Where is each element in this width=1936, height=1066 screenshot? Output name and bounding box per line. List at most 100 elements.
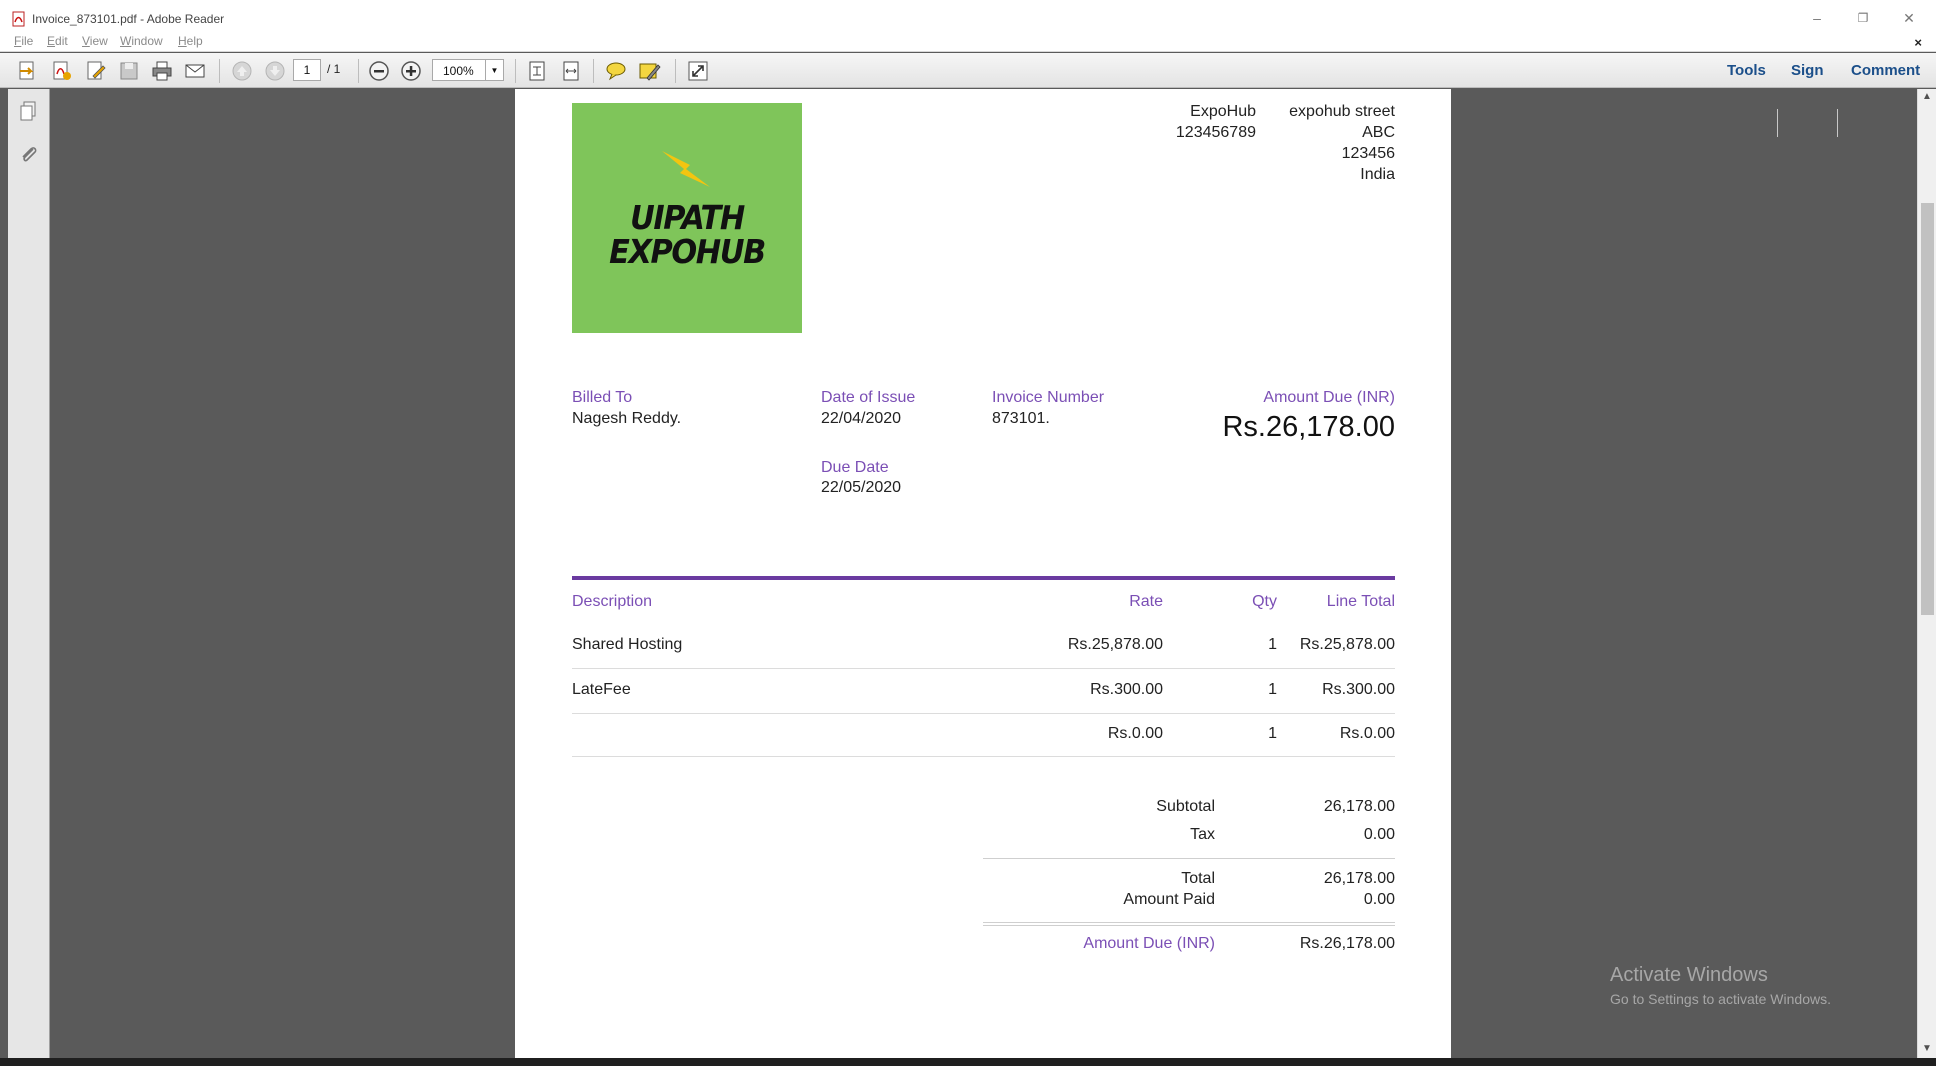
toolbar	[0, 53, 1936, 137]
comment-button[interactable]: Comment	[1851, 62, 1920, 79]
taskbar	[0, 1058, 1936, 1066]
menu-view[interactable]: View	[82, 34, 108, 48]
column-rate: Rate	[1129, 593, 1163, 610]
restore-button[interactable]: ❐	[1841, 6, 1885, 30]
highlight-text-icon[interactable]	[637, 59, 661, 83]
title-bar: Invoice_873101.pdf - Adobe Reader – ❐ ✕	[0, 0, 1936, 36]
due-date-label: Due Date	[821, 459, 889, 476]
row-line-total: Rs.0.00	[1339, 725, 1395, 742]
row-rate: Rs.300.00	[1090, 681, 1163, 698]
activation-watermark-title: Activate Windows	[1610, 964, 1768, 986]
email-icon[interactable]	[183, 59, 207, 83]
total-value: 26,178.00	[1323, 870, 1395, 887]
chevron-down-icon[interactable]: ▼	[485, 60, 503, 80]
company-info: ExpoHub 123456789	[1176, 101, 1256, 143]
tax-label: Tax	[1190, 826, 1215, 843]
sign-button[interactable]: Sign	[1791, 62, 1824, 79]
row-line-total: Rs.300.00	[1322, 681, 1395, 698]
page-thumbnails-icon[interactable]	[17, 99, 41, 123]
row-rate: Rs.25,878.00	[1067, 636, 1163, 653]
acrobat-pdf-icon	[12, 11, 25, 27]
menu-help[interactable]: Help	[178, 34, 203, 48]
menu-edit[interactable]: Edit	[47, 34, 68, 48]
row-rate: Rs.0.00	[1107, 725, 1163, 742]
amount-due-value: Rs.26,178.00	[1222, 411, 1395, 443]
totals-divider	[983, 858, 1395, 859]
amount-due-footer-label: Amount Due (INR)	[1083, 935, 1215, 952]
amount-due-footer-value: Rs.26,178.00	[1299, 935, 1395, 952]
amount-due-label: Amount Due (INR)	[1263, 389, 1395, 406]
totals-divider	[983, 925, 1395, 926]
column-qty: Qty	[1252, 593, 1277, 610]
menu-bar: File Edit View Window Help ×	[0, 32, 1936, 52]
scrollbar-thumb[interactable]	[1921, 203, 1934, 615]
row-qty: 1	[1268, 681, 1277, 698]
vertical-scrollbar[interactable]: ▲ ▼	[1917, 89, 1936, 1058]
company-logo: UIPATH EXPOHUB	[572, 103, 802, 333]
row-divider	[572, 713, 1395, 714]
totals-divider	[983, 922, 1395, 923]
save-icon[interactable]	[117, 59, 141, 83]
column-description: Description	[572, 593, 653, 610]
close-document-icon[interactable]: ×	[1914, 35, 1922, 50]
company-phone: 123456789	[1175, 124, 1256, 141]
zoom-select[interactable]: 100% ▼	[432, 59, 504, 81]
close-window-button[interactable]: ✕	[1887, 6, 1931, 30]
amount-paid-value: 0.00	[1363, 891, 1395, 908]
menu-file[interactable]: File	[14, 34, 33, 48]
restore-icon: ❐	[1857, 11, 1869, 25]
row-line-total: Rs.25,878.00	[1299, 636, 1395, 653]
date-of-issue-label: Date of Issue	[821, 389, 916, 406]
menu-window[interactable]: Window	[120, 34, 163, 48]
table-top-rule	[572, 576, 1395, 580]
page-number-input[interactable]: 1	[293, 59, 321, 81]
due-date-value: 22/05/2020	[821, 479, 902, 496]
open-file-icon[interactable]	[16, 59, 40, 83]
previous-page-icon[interactable]	[230, 59, 254, 83]
company-address: expohub street ABC 123456 India	[1289, 103, 1395, 183]
subtotal-label: Subtotal	[1156, 798, 1215, 815]
window-title: Invoice_873101.pdf - Adobe Reader	[32, 12, 225, 26]
row-description: LateFee	[572, 681, 631, 698]
billed-to-label: Billed To	[572, 389, 633, 406]
invoice-number-label: Invoice Number	[992, 389, 1105, 406]
minimize-icon: –	[1813, 10, 1821, 26]
row-divider	[572, 668, 1395, 669]
pdf-page: UIPATH EXPOHUB ExpoHub 123456789 expohub…	[515, 89, 1451, 1058]
scroll-down-icon[interactable]: ▼	[1922, 1043, 1932, 1054]
minimize-button[interactable]: –	[1795, 6, 1839, 30]
activation-watermark-subtitle: Go to Settings to activate Windows.	[1610, 991, 1831, 1007]
row-description: Shared Hosting	[572, 636, 683, 653]
zoom-out-icon[interactable]	[367, 59, 391, 83]
zoom-in-icon[interactable]	[399, 59, 423, 83]
company-name: ExpoHub	[1190, 103, 1256, 120]
navigation-pane	[8, 89, 50, 1066]
attachments-icon[interactable]	[17, 143, 41, 167]
fit-width-icon[interactable]	[559, 59, 583, 83]
fit-page-icon[interactable]	[525, 59, 549, 83]
edit-pdf-icon[interactable]	[84, 59, 108, 83]
sticky-note-icon[interactable]	[604, 59, 628, 83]
amount-paid-label: Amount Paid	[1123, 891, 1215, 908]
subtotal-value: 26,178.00	[1323, 798, 1395, 815]
column-line-total: Line Total	[1326, 593, 1395, 610]
next-page-icon[interactable]	[263, 59, 287, 83]
billed-to-value: Nagesh Reddy.	[572, 410, 682, 427]
create-pdf-icon[interactable]	[50, 59, 74, 83]
row-qty: 1	[1268, 636, 1277, 653]
row-qty: 1	[1268, 725, 1277, 742]
scroll-up-icon[interactable]: ▲	[1922, 91, 1932, 102]
window-border	[0, 89, 8, 1066]
date-of-issue-value: 22/04/2020	[821, 410, 902, 427]
full-screen-icon[interactable]	[686, 59, 710, 83]
print-icon[interactable]	[150, 59, 174, 83]
tools-button[interactable]: Tools	[1727, 62, 1766, 79]
logo-text: UIPATH EXPOHUB	[609, 198, 766, 271]
lightning-bolt-icon	[662, 151, 710, 187]
zoom-value: 100%	[443, 64, 474, 78]
tax-value: 0.00	[1363, 826, 1395, 843]
invoice-number-value: 873101.	[992, 410, 1050, 427]
row-divider	[572, 756, 1395, 757]
close-icon: ✕	[1903, 9, 1915, 26]
page-count: / 1	[327, 62, 341, 76]
